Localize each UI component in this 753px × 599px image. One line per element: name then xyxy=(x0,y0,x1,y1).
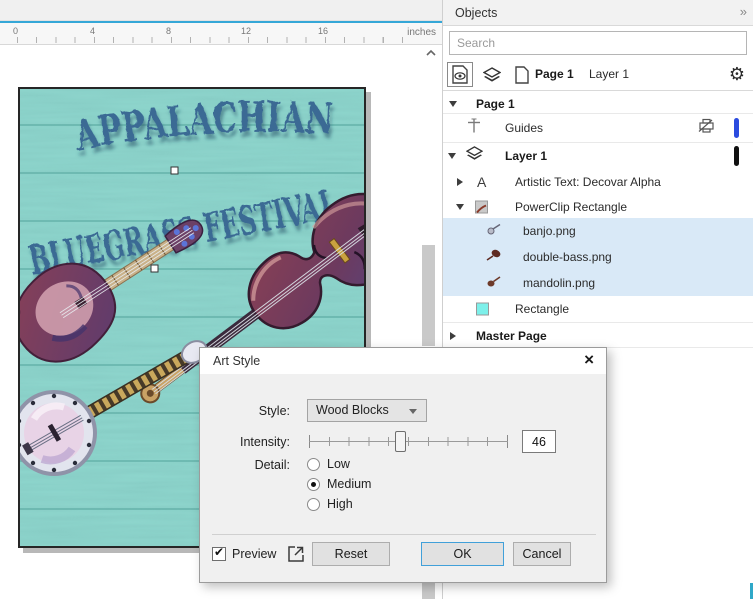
ruler-label: 0 xyxy=(13,26,19,36)
guides-icon xyxy=(466,117,482,138)
slider-track xyxy=(309,441,508,442)
scroll-up-icon[interactable] xyxy=(424,46,438,58)
check-icon: ✔ xyxy=(214,545,225,559)
layer-icon xyxy=(465,145,484,166)
layers-icon[interactable] xyxy=(479,62,505,87)
tree-item-master-page[interactable]: Master Page xyxy=(443,324,753,347)
tree-divider xyxy=(443,322,753,323)
docker-header: Objects » xyxy=(443,0,753,26)
vertical-scrollbar-thumb-lower[interactable] xyxy=(422,583,435,599)
mandolin-thumbnail-icon xyxy=(487,274,501,292)
collapse-icon[interactable] xyxy=(448,152,456,159)
chevron-down-icon xyxy=(409,409,417,414)
expand-icon[interactable] xyxy=(457,177,463,186)
vertical-scrollbar-thumb[interactable] xyxy=(422,245,435,346)
new-page-icon[interactable] xyxy=(509,62,535,87)
tree-item-banjo-png[interactable]: banjo.png xyxy=(443,218,753,244)
flyout-icon[interactable]: » xyxy=(740,4,747,19)
ok-button[interactable]: OK xyxy=(421,542,504,566)
docker-title: Objects xyxy=(455,6,498,20)
collapse-icon[interactable] xyxy=(449,100,457,107)
dialog-title: Art Style xyxy=(213,354,261,368)
banjo-thumbnail-icon xyxy=(487,222,501,240)
toolbar-strip xyxy=(0,0,442,21)
style-dropdown-value: Wood Blocks xyxy=(316,403,389,417)
close-icon[interactable]: × xyxy=(584,350,594,370)
radio-label: Medium xyxy=(327,477,372,491)
tree-item-label: Master Page xyxy=(476,328,547,343)
ruler-label: 16 xyxy=(318,26,329,36)
tree-item-guides[interactable]: Guides xyxy=(443,114,753,141)
tree-item-label: Layer 1 xyxy=(505,148,548,163)
expand-icon[interactable] xyxy=(450,331,456,340)
intensity-slider[interactable] xyxy=(309,430,508,453)
double-bass-thumbnail-icon xyxy=(486,248,501,266)
tree-item-label: mandolin.png xyxy=(523,276,596,290)
tree-item-artistic-text[interactable]: A Artistic Text: Decovar Alpha xyxy=(443,169,753,194)
radio-label: High xyxy=(327,497,353,511)
tree-item-label: double-bass.png xyxy=(523,250,612,264)
tree-item-mandolin-png[interactable]: mandolin.png xyxy=(443,270,753,296)
tree-item-label: Artistic Text: Decovar Alpha xyxy=(515,174,661,189)
view-objects-icon[interactable] xyxy=(447,62,473,87)
style-dropdown[interactable]: Wood Blocks xyxy=(307,399,427,422)
current-page-label[interactable]: Page 1 xyxy=(535,67,574,81)
ruler-label: 8 xyxy=(166,26,172,36)
dialog-titlebar[interactable]: Art Style × xyxy=(200,348,606,374)
radio-label: Low xyxy=(327,457,350,471)
objects-tree: Page 1 Guides Layer 1 A Artistic Text: D… xyxy=(443,91,753,351)
guides-color-pill[interactable] xyxy=(734,117,739,138)
horizontal-ruler: 0 4 8 12 16 inches xyxy=(0,23,442,45)
radio-icon[interactable] xyxy=(307,498,320,511)
printer-icon[interactable] xyxy=(698,118,715,138)
popout-icon[interactable] xyxy=(286,544,306,564)
intensity-value-field[interactable] xyxy=(522,430,556,453)
search-input[interactable] xyxy=(449,31,747,55)
ruler-unit-label: inches xyxy=(407,27,436,38)
detail-label: Detail: xyxy=(254,458,290,472)
selection-handle[interactable] xyxy=(150,264,159,273)
layer-color-pill[interactable] xyxy=(734,145,739,166)
art-style-dialog: Art Style × Style: Wood Blocks Intensity… xyxy=(199,347,607,583)
powerclip-thumbnail xyxy=(475,200,488,213)
dialog-divider xyxy=(212,534,596,535)
tree-item-label: PowerClip Rectangle xyxy=(515,199,628,214)
selection-handle[interactable] xyxy=(170,166,179,175)
tree-item-label: Page 1 xyxy=(476,96,515,111)
gear-icon[interactable]: ⚙ xyxy=(729,63,745,85)
radio-selected-icon[interactable] xyxy=(307,478,320,491)
tree-item-powerclip[interactable]: PowerClip Rectangle xyxy=(443,194,753,219)
intensity-label: Intensity: xyxy=(239,435,290,449)
current-layer-label[interactable]: Layer 1 xyxy=(589,67,629,81)
cancel-button[interactable]: Cancel xyxy=(513,542,571,566)
tree-item-rectangle[interactable]: Rectangle xyxy=(443,297,753,321)
slider-handle[interactable] xyxy=(395,431,406,452)
reset-button[interactable]: Reset xyxy=(312,542,390,566)
docker-toolbar: Page 1 Layer 1 ⚙ xyxy=(443,58,753,91)
tree-item-label: Rectangle xyxy=(515,302,570,316)
style-label: Style: xyxy=(258,404,290,418)
tree-item-double-bass-png[interactable]: double-bass.png xyxy=(443,244,753,270)
preview-checkbox[interactable]: ✔ xyxy=(212,545,226,561)
ruler-tick-marks xyxy=(17,37,407,43)
ruler-label: 4 xyxy=(90,26,96,36)
collapse-icon[interactable] xyxy=(456,203,464,210)
tree-item-page-1[interactable]: Page 1 xyxy=(443,94,753,113)
radio-icon[interactable] xyxy=(307,458,320,471)
tree-item-label: Guides xyxy=(505,120,544,135)
rectangle-thumbnail xyxy=(476,302,489,316)
preview-label: Preview xyxy=(232,547,277,561)
ruler-label: 12 xyxy=(241,26,252,36)
tree-item-layer-1[interactable]: Layer 1 xyxy=(443,143,753,168)
artistic-text-icon: A xyxy=(477,173,487,190)
tree-item-label: banjo.png xyxy=(523,224,576,238)
